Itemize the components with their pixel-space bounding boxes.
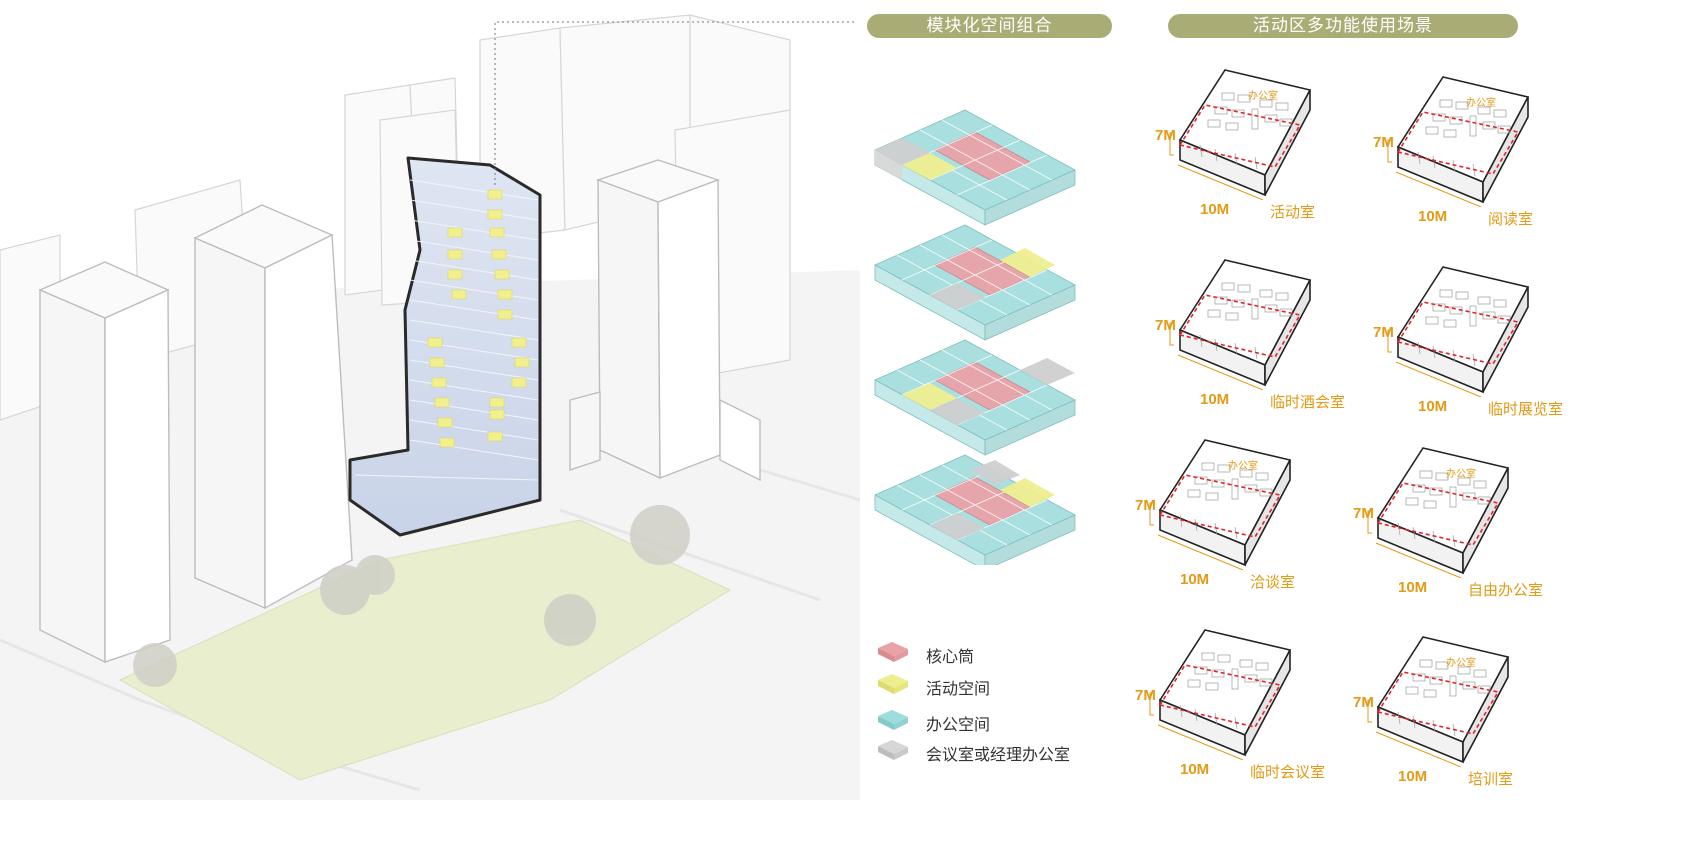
slab-3 (874, 339, 1076, 456)
legend-swatch-core (878, 642, 908, 662)
scenario-room-5 (1149, 439, 1292, 570)
legend-swatch-meeting (878, 740, 908, 760)
depth-dimension: 7M (1373, 324, 1394, 341)
scenario-name: 阅读室 (1488, 210, 1534, 228)
scenario-name: 活动室 (1270, 203, 1316, 221)
legend-meeting-label: 会议室或经理办公室 (926, 745, 1071, 764)
office-tag: 办公室 (1228, 461, 1258, 472)
legend-activity-label: 活动空间 (926, 679, 991, 698)
scenario-room-4 (1387, 266, 1530, 397)
slab-1 (874, 109, 1076, 226)
scenario-name: 洽谈室 (1250, 573, 1296, 591)
width-dimension: 10M (1418, 398, 1448, 415)
width-dimension: 10M (1200, 201, 1230, 218)
scenario-room-3 (1169, 259, 1312, 390)
scenario-room-7 (1149, 629, 1292, 760)
width-dimension: 10M (1180, 761, 1210, 778)
scenario-name: 培训室 (1468, 770, 1514, 788)
scenario-name: 临时酒会室 (1270, 393, 1346, 411)
depth-dimension: 7M (1353, 505, 1374, 522)
width-dimension: 10M (1180, 571, 1210, 588)
slab-2 (874, 224, 1076, 341)
depth-dimension: 7M (1155, 317, 1176, 334)
legend-swatch-activity (878, 674, 908, 694)
depth-dimension: 7M (1135, 497, 1156, 514)
scenario-room-2 (1387, 76, 1530, 207)
header-modular: 模块化空间组合 (867, 14, 1112, 38)
depth-dimension: 7M (1135, 687, 1156, 704)
header-scenarios: 活动区多功能使用场景 (1168, 14, 1518, 38)
scenario-name: 临时展览室 (1488, 400, 1564, 418)
width-dimension: 10M (1398, 579, 1428, 596)
office-tag: 办公室 (1248, 91, 1278, 102)
scenario-room-1 (1169, 69, 1312, 200)
scenario-room-8 (1367, 636, 1510, 767)
modular-slabs (874, 109, 1076, 565)
legend-office-label: 办公空间 (926, 715, 991, 734)
office-tag: 办公室 (1446, 469, 1476, 480)
width-dimension: 10M (1200, 391, 1230, 408)
width-dimension: 10M (1398, 768, 1428, 785)
scenario-room-6 (1367, 447, 1510, 578)
width-dimension: 10M (1418, 208, 1448, 225)
site-axonometric (0, 14, 860, 800)
depth-dimension: 7M (1373, 134, 1394, 151)
scenario-name: 临时会议室 (1250, 763, 1326, 781)
office-tag: 办公室 (1446, 658, 1476, 669)
scenario-name: 自由办公室 (1468, 581, 1544, 599)
slab-4 (874, 454, 1076, 565)
depth-dimension: 7M (1155, 127, 1176, 144)
office-tag: 办公室 (1466, 98, 1496, 109)
legend-core-label: 核心筒 (926, 647, 975, 666)
depth-dimension: 7M (1353, 694, 1374, 711)
legend-swatch-office (878, 710, 908, 730)
